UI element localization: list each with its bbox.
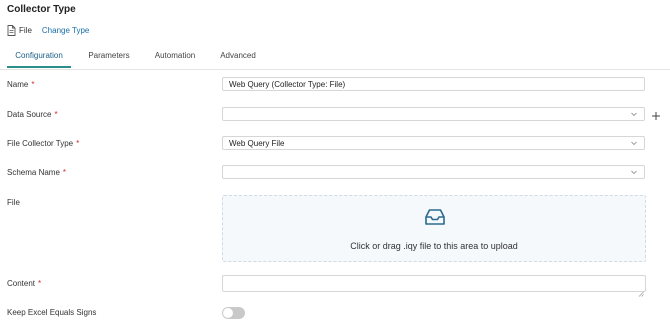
file-collector-type-label: File Collector Type * xyxy=(7,139,80,148)
chevron-down-icon xyxy=(630,168,638,176)
chevron-down-icon xyxy=(630,110,638,118)
schema-name-select[interactable] xyxy=(222,165,645,179)
required-marker: * xyxy=(31,80,35,89)
required-marker: * xyxy=(54,110,58,119)
content-textarea[interactable] xyxy=(222,275,646,297)
file-collector-type-value: Web Query File xyxy=(229,138,285,148)
name-label: Name * xyxy=(7,80,35,89)
keep-excel-equals-label: Keep Excel Equals Signs xyxy=(7,308,97,317)
section-title: Collector Type xyxy=(7,4,76,15)
data-source-select[interactable] xyxy=(222,107,645,121)
toggle-knob xyxy=(223,308,233,318)
required-marker: * xyxy=(62,168,67,177)
name-value: Web Query (Collector Type: File) xyxy=(229,79,346,89)
collector-type-value: File xyxy=(19,25,32,35)
resize-grip-icon[interactable] xyxy=(638,284,644,297)
file-upload-dropzone[interactable]: Click or drag .iqy file to this area to … xyxy=(222,195,646,262)
required-marker: * xyxy=(76,139,80,148)
data-source-label: Data Source * xyxy=(7,110,58,119)
file-collector-type-select[interactable]: Web Query File xyxy=(222,136,645,150)
tab-parameters[interactable]: Parameters xyxy=(86,49,132,68)
tab-configuration[interactable]: Configuration xyxy=(7,49,71,68)
content-label: Content * xyxy=(7,279,42,288)
upload-instructions: Click or drag .iqy file to this area to … xyxy=(350,241,518,251)
inbox-icon xyxy=(425,208,445,226)
change-type-link[interactable]: Change Type xyxy=(42,26,89,35)
tab-automation[interactable]: Automation xyxy=(152,49,198,68)
file-label: File xyxy=(7,198,20,207)
schema-name-label: Schema Name * xyxy=(7,168,67,177)
chevron-down-icon xyxy=(630,139,638,147)
add-data-source-plus-icon[interactable] xyxy=(651,108,661,120)
file-icon xyxy=(7,24,16,36)
required-marker: * xyxy=(38,279,42,288)
tab-bar: Configuration Parameters Automation Adva… xyxy=(0,49,670,70)
keep-excel-equals-toggle[interactable] xyxy=(222,307,245,319)
tab-advanced[interactable]: Advanced xyxy=(218,49,258,68)
collector-type-row: File Change Type xyxy=(7,24,89,36)
name-input[interactable]: Web Query (Collector Type: File) xyxy=(222,77,645,91)
